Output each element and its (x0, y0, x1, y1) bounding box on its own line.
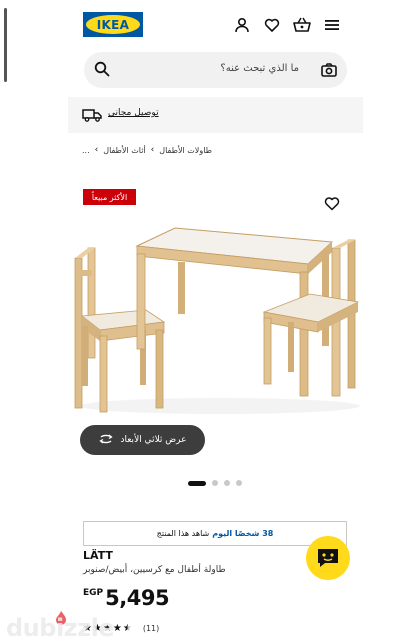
camera-icon[interactable] (321, 62, 337, 81)
breadcrumb-ellipsis[interactable]: ... (82, 146, 90, 155)
search-input[interactable]: ما الذي تبحث عنه؟ (220, 63, 299, 74)
search-bar[interactable]: ما الذي تبحث عنه؟ (84, 52, 347, 88)
product-image[interactable] (70, 218, 370, 418)
chat-assistant-button[interactable] (306, 536, 350, 580)
free-delivery-link[interactable]: توصيل مجاني (108, 108, 159, 118)
product-name: LÄTT (83, 549, 113, 562)
heart-icon[interactable] (324, 196, 340, 215)
menu-icon[interactable] (322, 15, 342, 35)
watermark-text: dubizzle (6, 614, 115, 642)
breadcrumb: ... ‹ أثاث الأطفال ‹ طاولات الأطفال (82, 145, 212, 155)
best-seller-badge: الأكثر مبيعاً (83, 189, 136, 205)
ikea-logo[interactable]: IKEA (83, 12, 143, 37)
view-3d-label: عرض ثلاثي الأبعاد (120, 435, 187, 445)
breadcrumb-kids-furniture[interactable]: أثاث الأطفال (103, 146, 145, 155)
logo-text: IKEA (96, 17, 130, 32)
carousel-dot[interactable] (224, 480, 230, 486)
chat-bot-icon (318, 549, 338, 567)
carousel-dot[interactable] (188, 480, 206, 486)
product-description: طاولة أطفال مع كرسيين، أبيض/صنوبر (83, 565, 226, 575)
rotate-3d-icon (98, 433, 114, 448)
dubizzle-watermark: dubizzle (0, 610, 130, 644)
chevron-left-icon: ‹ (150, 145, 155, 155)
user-icon[interactable] (232, 15, 252, 35)
viewers-count: 38 شخصًا اليوم (212, 529, 274, 538)
truck-icon (82, 107, 102, 126)
top-header: IKEA (80, 10, 350, 40)
chevron-left-icon: ‹ (94, 145, 99, 155)
price-currency: EGP (83, 588, 104, 598)
view-3d-button[interactable]: عرض ثلاثي الأبعاد (80, 425, 205, 455)
heart-icon[interactable] (262, 15, 282, 35)
free-delivery-banner[interactable]: توصيل مجاني (68, 97, 363, 133)
price-amount: 5,495 (105, 586, 170, 610)
carousel-dot[interactable] (212, 480, 218, 486)
carousel-dot[interactable] (236, 480, 242, 486)
basket-icon[interactable] (292, 15, 312, 35)
search-icon[interactable] (94, 61, 110, 81)
viewers-notice: 38 شخصًا اليوم شاهد هذا المنتج (83, 521, 347, 546)
scroll-indicator (4, 8, 7, 82)
review-count[interactable]: (11) (143, 624, 159, 633)
product-price: EGP 5,495 (83, 586, 170, 610)
breadcrumb-kids-tables[interactable]: طاولات الأطفال (159, 146, 212, 155)
image-carousel-dots[interactable] (188, 480, 242, 486)
viewers-text: شاهد هذا المنتج (156, 529, 210, 538)
logo-oval: IKEA (86, 15, 140, 34)
